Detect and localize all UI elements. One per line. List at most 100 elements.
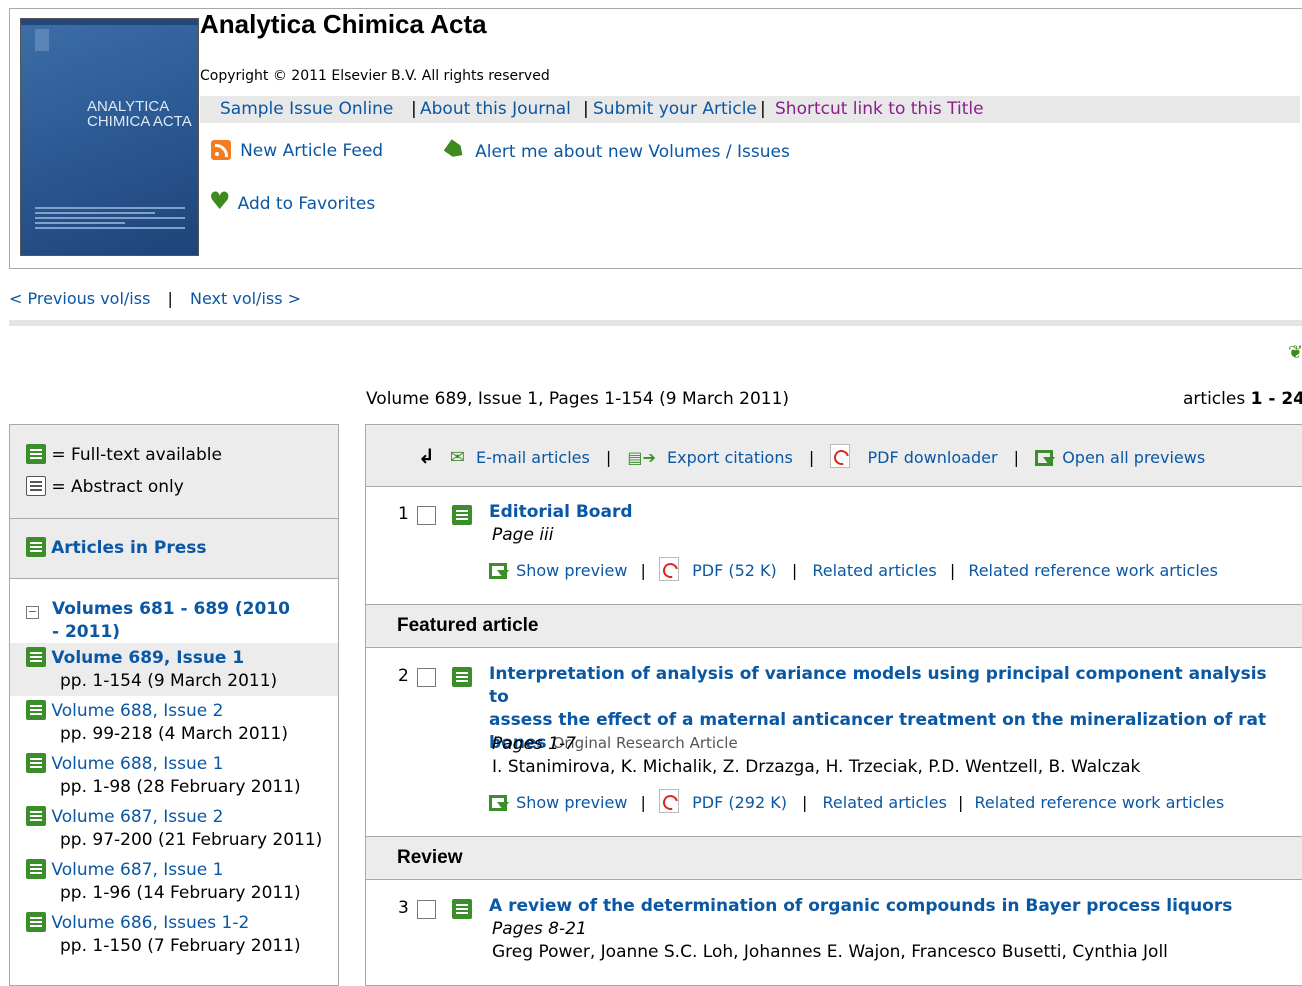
article-title[interactable]: Interpretation of analysis of variance m…	[489, 663, 1279, 755]
volume-item[interactable]: Volume 688, Issue 1 pp. 1-98 (28 Februar…	[26, 753, 301, 799]
sample-issue-link[interactable]: Sample Issue Online	[220, 99, 393, 119]
article-toolbar: ↲ ✉ E-mail articles | ▤➔ Export citation…	[366, 425, 1302, 487]
volume-item[interactable]: Volume 689, Issue 1 pp. 1-154 (9 March 2…	[26, 647, 277, 693]
shortcut-link[interactable]: Shortcut link to this Title	[775, 99, 984, 119]
collapse-icon[interactable]: −	[26, 606, 39, 619]
article-title-line[interactable]: assess the effect of a maternal anticanc…	[489, 709, 1279, 732]
article-number: 1	[398, 504, 409, 524]
articles-in-press-link[interactable]: Articles in Press	[51, 538, 206, 558]
volume-item[interactable]: Volume 688, Issue 2 pp. 99-218 (4 March …	[26, 700, 288, 746]
volume-link[interactable]: Volume 686, Issues 1-2	[51, 913, 249, 933]
article-pages: Pages 8-21	[492, 919, 587, 939]
pdf-link[interactable]: PDF (292 K)	[692, 793, 787, 812]
volume-link[interactable]: Volume 689, Issue 1	[51, 648, 244, 668]
article-checkbox[interactable]	[417, 506, 436, 525]
article-count-range: 1 - 24	[1250, 389, 1302, 409]
full-text-icon	[26, 537, 46, 557]
abstract-icon	[26, 476, 46, 496]
related-reference-link[interactable]: Related reference work articles	[968, 561, 1218, 580]
related-articles-link[interactable]: Related articles	[812, 561, 936, 580]
add-to-favorites[interactable]: ♥ Add to Favorites	[209, 189, 376, 214]
full-text-icon	[452, 899, 472, 919]
volume-item[interactable]: Volume 687, Issue 1 pp. 1-96 (14 Februar…	[26, 859, 301, 905]
email-articles-link[interactable]: E-mail articles	[476, 448, 590, 467]
volume-item[interactable]: Volume 686, Issues 1-2 pp. 1-150 (7 Febr…	[26, 912, 301, 958]
article-pages: Page iii	[492, 525, 554, 545]
link-separator: |	[583, 99, 589, 119]
export-citations-link[interactable]: Export citations	[667, 448, 793, 467]
issue-info: Volume 689, Issue 1, Pages 1-154 (9 Marc…	[366, 389, 790, 409]
volume-pages: pp. 1-154 (9 March 2011)	[60, 671, 278, 691]
volume-pages: pp. 1-98 (28 February 2011)	[60, 777, 301, 797]
volume-pages: pp. 97-200 (21 February 2011)	[60, 830, 323, 850]
volume-link[interactable]: Volume 688, Issue 1	[51, 754, 223, 774]
open-all-previews-link[interactable]: Open all previews	[1062, 448, 1205, 467]
volume-group-label[interactable]: Volumes 681 - 689 (2010 - 2011)	[52, 598, 292, 644]
full-text-icon	[26, 700, 46, 720]
full-text-icon	[26, 444, 46, 464]
add-to-favorites-label[interactable]: Add to Favorites	[238, 194, 376, 214]
section-header-featured: Featured article	[366, 604, 1302, 648]
preview-icon	[1035, 450, 1056, 466]
article-checkbox[interactable]	[417, 668, 436, 687]
pdf-downloader-link[interactable]: PDF downloader	[867, 448, 997, 467]
next-issue-link[interactable]: Next vol/iss >	[190, 289, 301, 308]
volume-link[interactable]: Volume 687, Issue 1	[51, 860, 223, 880]
volume-link[interactable]: Volume 687, Issue 2	[51, 807, 223, 827]
article-title[interactable]: Editorial Board	[489, 501, 633, 524]
article-authors: I. Stanimirova, K. Michalik, Z. Drzazga,…	[492, 757, 1141, 777]
article-number: 2	[398, 666, 409, 686]
article-authors: Greg Power, Joanne S.C. Loh, Johannes E.…	[492, 942, 1168, 962]
new-article-feed-label[interactable]: New Article Feed	[240, 141, 383, 161]
toolbar-separator: |	[605, 448, 612, 467]
article-title[interactable]: A review of the determination of organic…	[489, 895, 1232, 918]
show-preview-link[interactable]: Show preview	[516, 561, 627, 580]
journal-cover-image[interactable]: ANALYTICA CHIMICA ACTA	[20, 18, 199, 256]
volume-link[interactable]: Volume 688, Issue 2	[51, 701, 223, 721]
previous-issue-link[interactable]: < Previous vol/iss	[9, 289, 150, 308]
related-reference-link[interactable]: Related reference work articles	[974, 793, 1224, 812]
articles-in-press[interactable]: Articles in Press	[10, 519, 338, 579]
volume-item[interactable]: Volume 687, Issue 2 pp. 97-200 (21 Febru…	[26, 806, 322, 852]
article-row: 2 Interpretation of analysis of variance…	[366, 663, 1302, 813]
about-journal-link[interactable]: About this Journal	[420, 99, 571, 119]
new-article-feed[interactable]: New Article Feed	[211, 140, 383, 161]
related-articles-link[interactable]: Related articles	[823, 793, 947, 812]
tag-icon	[444, 139, 467, 161]
article-title-line[interactable]: Interpretation of analysis of variance m…	[489, 663, 1279, 709]
cover-title-line2: CHIMICA ACTA	[87, 113, 192, 130]
full-text-icon	[26, 753, 46, 773]
link-separator: |	[411, 99, 417, 119]
full-text-icon	[26, 647, 46, 667]
article-count: articles 1 - 24	[1183, 389, 1302, 409]
journal-links-bar: Sample Issue Online | About this Journal…	[200, 96, 1300, 123]
full-text-icon	[452, 505, 472, 525]
article-pages: Pages 1-7	[492, 734, 576, 754]
volume-sidebar: = Full-text available = Abstract only Ar…	[9, 424, 339, 986]
toolbar-separator: |	[808, 448, 815, 467]
link-separator: |	[802, 793, 808, 812]
legend: = Full-text available = Abstract only	[10, 425, 338, 519]
article-row: 3 A review of the determination of organ…	[366, 895, 1302, 962]
section-title: Review	[397, 847, 463, 868]
show-preview-link[interactable]: Show preview	[516, 793, 627, 812]
preview-icon	[489, 563, 509, 579]
article-count-prefix: articles	[1183, 389, 1251, 409]
alert-new-volumes[interactable]: Alert me about new Volumes / Issues	[446, 142, 790, 162]
nav-separator: |	[167, 289, 173, 308]
submit-article-link[interactable]: Submit your Article	[593, 99, 757, 119]
section-title: Featured article	[397, 615, 539, 636]
issue-navigation: < Previous vol/iss | Next vol/iss >	[9, 289, 301, 308]
article-number: 3	[398, 898, 409, 918]
volume-pages: pp. 1-96 (14 February 2011)	[60, 883, 301, 903]
article-type: Original Research Article	[552, 734, 738, 752]
copyright-notice: Copyright © 2011 Elsevier B.V. All right…	[200, 68, 550, 84]
article-checkbox[interactable]	[417, 900, 436, 919]
full-text-icon	[26, 806, 46, 826]
select-arrow-icon[interactable]: ↲	[418, 444, 435, 468]
pdf-icon	[830, 444, 851, 468]
alert-new-volumes-label[interactable]: Alert me about new Volumes / Issues	[475, 142, 790, 162]
article-list-panel: ↲ ✉ E-mail articles | ▤➔ Export citation…	[365, 424, 1302, 986]
rss-feed-icon	[211, 140, 231, 160]
pdf-link[interactable]: PDF (52 K)	[692, 561, 777, 580]
